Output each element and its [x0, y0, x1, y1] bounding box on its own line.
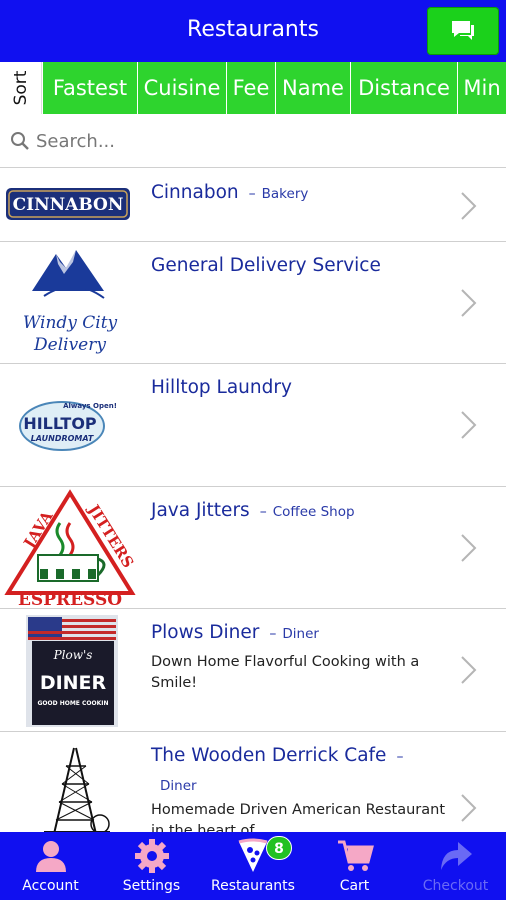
sort-distance-button[interactable]: Distance	[350, 62, 457, 114]
chevron-right-icon	[461, 289, 477, 317]
sort-fee-button[interactable]: Fee	[226, 62, 275, 114]
restaurants-count-badge: 8	[266, 836, 292, 860]
bottom-tab-bar: Account Settings Restaurants Cart Checko…	[0, 832, 506, 900]
search-input[interactable]	[36, 126, 496, 156]
tab-checkout[interactable]: Checkout	[405, 832, 506, 900]
chevron-right-icon	[461, 192, 477, 220]
svg-text:LAUNDROMAT: LAUNDROMAT	[31, 434, 94, 443]
chevron-right-icon	[461, 794, 477, 822]
sort-bar: Sort Fastest Cuisine Fee Name Distance M…	[0, 62, 506, 114]
windy-city-delivery-logo: Windy City Delivery	[4, 246, 136, 360]
sort-fastest-button[interactable]: Fastest	[42, 62, 137, 114]
restaurant-category: Bakery	[261, 186, 309, 202]
java-jitters-logo: JAVA JITTERS ESPRESSO	[4, 489, 137, 610]
tab-cart[interactable]: Cart	[304, 832, 405, 900]
restaurant-row-cinnabon[interactable]: CINNABON Cinnabon – Bakery	[0, 169, 506, 242]
svg-text:Plow's: Plow's	[53, 648, 93, 662]
sort-name-button[interactable]: Name	[275, 62, 350, 114]
tab-label: Restaurants	[211, 878, 295, 894]
svg-text:Always Open!: Always Open!	[63, 402, 117, 410]
sort-cuisine-button[interactable]: Cuisine	[137, 62, 226, 114]
header-bar: Restaurants	[0, 0, 506, 62]
svg-text:Windy City: Windy City	[23, 313, 118, 333]
tab-account[interactable]: Account	[0, 832, 101, 900]
svg-text:GOOD HOME COOKIN: GOOD HOME COOKIN	[38, 700, 109, 707]
svg-text:CINNABON: CINNABON	[13, 195, 124, 215]
wooden-derrick-logo	[4, 746, 136, 832]
gear-icon	[134, 839, 169, 873]
hilltop-laundromat-logo: Always Open! HILLTOP LAUNDROMAT	[4, 394, 136, 454]
svg-text:Delivery: Delivery	[33, 335, 106, 355]
tab-label: Checkout	[422, 878, 489, 894]
sort-label: Sort	[0, 62, 42, 114]
restaurant-category: Coffee Shop	[272, 504, 355, 520]
tab-label: Account	[22, 878, 79, 894]
restaurant-description: Homemade Driven American Restaurant in t…	[151, 802, 446, 832]
restaurant-row-plows-diner[interactable]: Plow's DINER GOOD HOME COOKIN Plows Dine…	[0, 609, 506, 732]
tab-settings[interactable]: Settings	[101, 832, 202, 900]
chevron-right-icon	[461, 534, 477, 562]
chevron-right-icon	[461, 411, 477, 439]
svg-text:ESPRESSO: ESPRESSO	[18, 590, 122, 607]
restaurant-description: Down Home Flavorful Cooking with a Smile…	[151, 654, 420, 691]
restaurant-row-wooden-derrick[interactable]: The Wooden Derrick Cafe – Diner Homemade …	[0, 732, 506, 832]
restaurant-row-general-delivery[interactable]: Windy City Delivery General Delivery Ser…	[0, 242, 506, 364]
cinnabon-logo: CINNABON	[4, 185, 136, 225]
restaurant-name: Hilltop Laundry	[151, 377, 292, 398]
person-icon	[35, 841, 66, 872]
plows-diner-logo: Plow's DINER GOOD HOME COOKIN	[4, 611, 136, 729]
svg-text:HILLTOP: HILLTOP	[23, 414, 97, 433]
restaurant-name: Java Jitters	[151, 500, 250, 521]
chat-button[interactable]	[427, 7, 499, 55]
sort-min-button[interactable]: Min	[457, 62, 506, 114]
search-bar	[0, 114, 506, 168]
restaurant-name: Cinnabon	[151, 182, 239, 203]
restaurant-name: General Delivery Service	[151, 255, 381, 276]
restaurant-category: Diner	[282, 626, 319, 642]
restaurant-category: Diner	[160, 778, 197, 794]
chat-bubbles-icon	[452, 21, 474, 40]
restaurant-row-java-jitters[interactable]: JAVA JITTERS ESPRESSO Java Jitters – Coffe…	[0, 487, 506, 610]
restaurant-row-hilltop-laundry[interactable]: Always Open! HILLTOP LAUNDROMAT Hilltop …	[0, 364, 506, 487]
chevron-right-icon	[461, 656, 477, 684]
restaurant-name: Plows Diner	[151, 622, 260, 643]
arrow-forward-icon	[440, 842, 472, 870]
restaurant-list: CINNABON Cinnabon – Bakery Windy City Deli…	[0, 169, 506, 832]
cart-icon	[337, 840, 374, 871]
svg-text:DINER: DINER	[40, 672, 107, 694]
restaurant-name: The Wooden Derrick Cafe	[151, 745, 387, 766]
search-icon	[11, 132, 29, 150]
tab-label: Cart	[339, 878, 370, 894]
tab-label: Settings	[122, 878, 181, 894]
